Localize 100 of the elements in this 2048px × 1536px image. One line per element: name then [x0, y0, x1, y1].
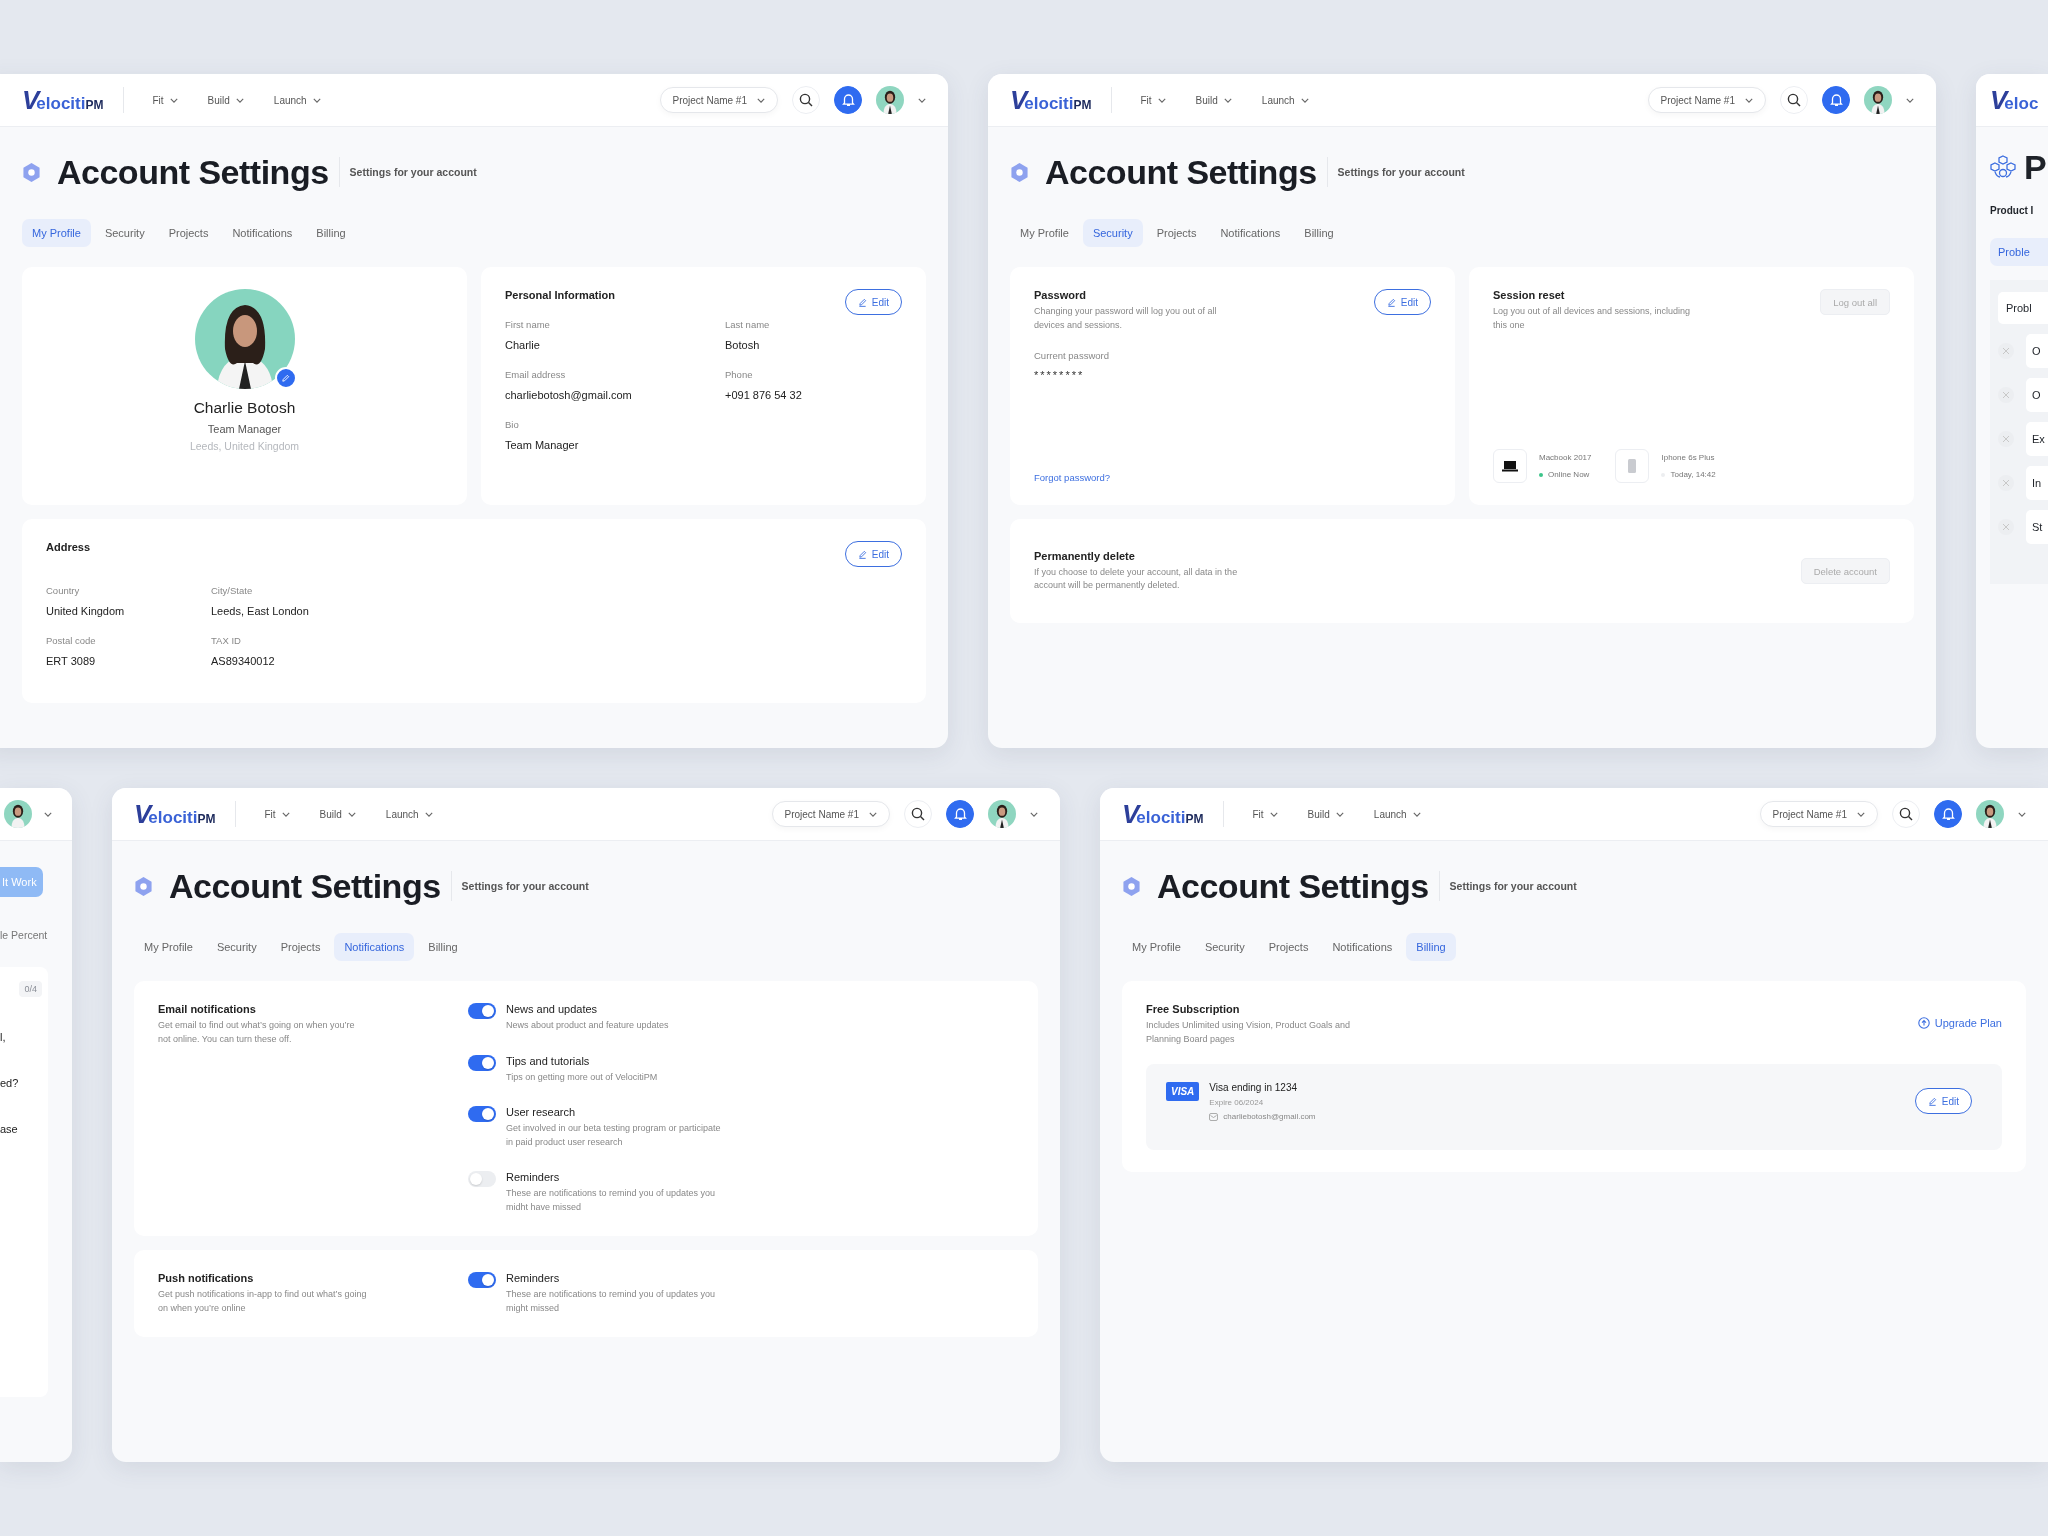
tab[interactable]: Security: [206, 933, 267, 961]
list-item[interactable]: O: [2026, 378, 2048, 412]
setting-description: News about product and feature updates: [506, 1019, 670, 1032]
nav-menu[interactable]: Fit: [144, 94, 186, 106]
nav-menu[interactable]: Build: [311, 808, 364, 820]
counter-badge: 0/4: [19, 981, 42, 997]
list-item[interactable]: St: [2026, 510, 2048, 544]
logo[interactable]: VelocitiPM: [134, 798, 216, 830]
tab[interactable]: Projects: [270, 933, 331, 961]
card-title: Free Subscription: [1146, 1003, 1241, 1015]
edit-photo-button[interactable]: [274, 367, 297, 389]
project-selector[interactable]: Project Name #1: [659, 87, 778, 113]
setting-description: These are notifications to remind you of updates you midht have missed: [506, 1187, 717, 1214]
logo[interactable]: VelocitiPM: [1010, 84, 1092, 116]
page-subtitle: Product I: [1990, 205, 2034, 216]
setting-description: These are notifications to remind you of updates you might missed: [506, 1288, 717, 1315]
nav-menu[interactable]: Launch: [265, 94, 329, 106]
question-text: ase: [0, 1123, 18, 1135]
project-selector[interactable]: Project Name #1: [1647, 87, 1766, 113]
setting-description: Get involved in our beta testing program or participate in paid product user research: [506, 1122, 722, 1149]
edit-button[interactable]: Edit: [1914, 1088, 1972, 1114]
tab[interactable]: Notifications: [334, 933, 415, 961]
search-icon: [1787, 93, 1801, 107]
notifications-button[interactable]: [946, 800, 974, 828]
card-title: Password: [1034, 289, 1087, 301]
tab[interactable]: Security: [1194, 933, 1255, 961]
nav-menu[interactable]: Fit: [256, 808, 298, 820]
card-title: Permanently delete: [1034, 549, 1136, 562]
field-label: Postal code: [46, 635, 97, 646]
tab[interactable]: My Profile: [1010, 219, 1079, 247]
chevron-icon[interactable]: [44, 811, 52, 817]
nav-menu[interactable]: Fit: [1244, 808, 1286, 820]
chevron-icon[interactable]: [1906, 97, 1914, 103]
nav-menu[interactable]: Launch: [1365, 808, 1429, 820]
edit-button[interactable]: Edit: [844, 541, 902, 567]
setting-label: Tips and tutorials: [506, 1054, 591, 1067]
tab[interactable]: Projects: [1258, 933, 1319, 961]
tab[interactable]: My Profile: [134, 933, 203, 961]
page-title: P: [2024, 147, 2047, 187]
nav-menu[interactable]: Build: [1187, 94, 1240, 106]
tab[interactable]: Proble: [1990, 238, 2048, 266]
list-item[interactable]: Ex: [2026, 422, 2048, 456]
hexagon-icon: [134, 875, 153, 897]
list-item[interactable]: In: [2026, 466, 2048, 500]
tab[interactable]: Billing: [1406, 933, 1456, 961]
page-title: Account Settings: [169, 866, 441, 906]
nav-menu[interactable]: Launch: [377, 808, 441, 820]
tab[interactable]: Notifications: [222, 219, 303, 247]
profile-role: Team Manager: [207, 423, 282, 435]
notifications-button[interactable]: [1822, 86, 1850, 114]
project-selector[interactable]: Project Name #1: [1759, 801, 1878, 827]
tab[interactable]: Security: [1082, 219, 1143, 247]
chevron-icon[interactable]: [918, 97, 926, 103]
card-description: Get email to find out what’s going on when you’re not online. You can turn these off.: [158, 1019, 356, 1046]
tab[interactable]: My Profile: [22, 219, 91, 247]
search-icon: [911, 807, 925, 821]
nav-menu[interactable]: Build: [1299, 808, 1352, 820]
chevron-icon: [1412, 811, 1421, 817]
toggle-switch[interactable]: [468, 1171, 496, 1187]
edit-button[interactable]: Edit: [844, 289, 902, 315]
list-item[interactable]: O: [2026, 334, 2048, 368]
notifications-button[interactable]: [834, 86, 862, 114]
card-description: Includes Unlimited using Vision, Product Goals and Planning Board pages: [1146, 1019, 1351, 1046]
field-label: Phone: [725, 369, 754, 380]
tab[interactable]: Projects: [158, 219, 219, 247]
search-button[interactable]: [1780, 86, 1808, 114]
tab[interactable]: Billing: [1294, 219, 1344, 247]
forgot-password-link[interactable]: Forgot password?: [1034, 472, 1111, 483]
logo[interactable]: VelocitiPM: [22, 84, 104, 116]
search-button[interactable]: [904, 800, 932, 828]
field-value: +091 876 54 32: [725, 389, 803, 401]
nav-menu[interactable]: Build: [199, 94, 252, 106]
search-button[interactable]: [792, 86, 820, 114]
search-button[interactable]: [1892, 800, 1920, 828]
chevron-icon: [347, 811, 356, 817]
logo[interactable]: VelocitiPM: [1122, 798, 1204, 830]
project-selector[interactable]: Project Name #1: [771, 801, 890, 827]
tab[interactable]: Security: [94, 219, 155, 247]
chevron-icon[interactable]: [2018, 811, 2026, 817]
chevron-icon[interactable]: [1030, 811, 1038, 817]
toggle-switch[interactable]: [468, 1272, 496, 1288]
toggle-switch[interactable]: [468, 1003, 496, 1019]
toggle-switch[interactable]: [468, 1054, 496, 1071]
tab[interactable]: Billing: [306, 219, 356, 247]
close-icon: [2003, 524, 2009, 530]
notifications-button[interactable]: [1934, 800, 1962, 828]
tab[interactable]: Billing: [418, 933, 468, 961]
toggle-switch[interactable]: [468, 1106, 496, 1122]
nav-menu[interactable]: Fit: [1132, 94, 1174, 106]
setting-label: Reminders: [506, 1171, 561, 1183]
upgrade-plan-link[interactable]: Upgrade Plan: [1917, 1017, 2002, 1029]
tab[interactable]: Projects: [1146, 219, 1207, 247]
nav-menu[interactable]: Launch: [1253, 94, 1317, 106]
edit-button[interactable]: Edit: [1373, 289, 1431, 315]
logo[interactable]: Veloc: [1990, 84, 2039, 116]
card-brand-badge: VISA: [1166, 1082, 1200, 1101]
tab[interactable]: Notifications: [1322, 933, 1403, 961]
tab[interactable]: Notifications: [1210, 219, 1291, 247]
card-description: Get push notifications in-app to find out what’s going on when you’re online: [158, 1288, 368, 1315]
tab[interactable]: My Profile: [1122, 933, 1191, 961]
